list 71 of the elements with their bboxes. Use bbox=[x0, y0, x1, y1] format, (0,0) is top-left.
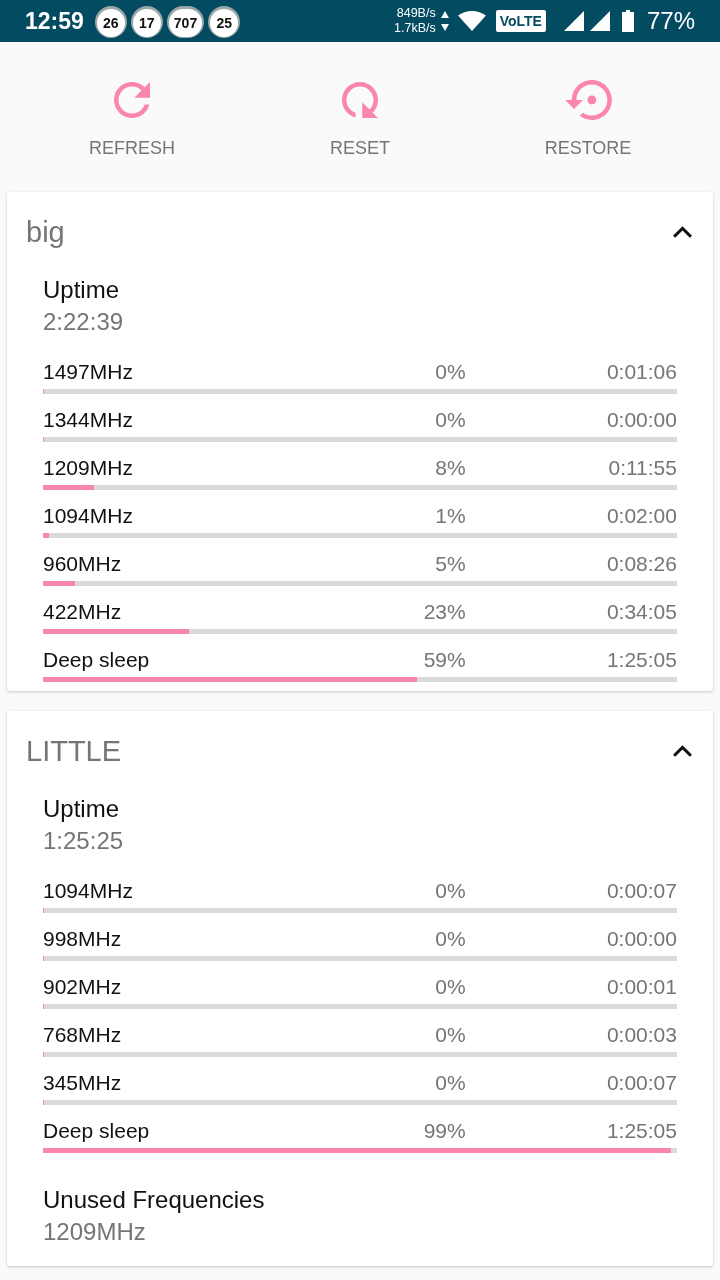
restore-icon bbox=[564, 80, 612, 120]
unused-frequencies-value: 1209MHz bbox=[43, 1217, 146, 1247]
percent-value: 8% bbox=[435, 455, 466, 481]
wifi-icon bbox=[457, 11, 486, 31]
download-speed: 1.7kB/s bbox=[394, 21, 436, 36]
uptime-value: 2:22:39 bbox=[43, 307, 124, 337]
duration-value: 0:11:55 bbox=[608, 455, 677, 481]
duration-value: 0:02:00 bbox=[606, 503, 677, 529]
refresh-icon bbox=[114, 82, 150, 118]
duration-value: 0:00:01 bbox=[606, 974, 677, 1000]
percent-value: 0% bbox=[435, 407, 466, 433]
restore-button[interactable]: RESTORE bbox=[544, 78, 632, 160]
frequency-label: 998MHz bbox=[43, 926, 122, 952]
frequency-label: 1344MHz bbox=[43, 407, 133, 433]
percent-value: 1% bbox=[435, 503, 466, 529]
chevron-icon bbox=[673, 745, 692, 757]
percent-value: 23% bbox=[423, 599, 466, 625]
percent-value: 99% bbox=[423, 1118, 466, 1144]
frequency-label: 345MHz bbox=[43, 1070, 122, 1096]
collapse-button[interactable] bbox=[673, 226, 692, 238]
card-title: LITTLE bbox=[26, 734, 122, 769]
notification-badge: 25 bbox=[210, 9, 239, 37]
uptime-label: Uptime bbox=[43, 275, 120, 305]
percent-value: 0% bbox=[435, 974, 466, 1000]
duration-value: 0:00:00 bbox=[606, 407, 677, 433]
duration-value: 1:25:05 bbox=[606, 647, 677, 673]
duration-value: 0:00:07 bbox=[606, 878, 677, 904]
frequency-label: 902MHz bbox=[43, 974, 122, 1000]
duration-value: 0:01:06 bbox=[606, 359, 677, 385]
duration-value: 1:25:05 bbox=[606, 1118, 677, 1144]
percent-value: 0% bbox=[435, 359, 466, 385]
frequency-label: 1209MHz bbox=[43, 455, 133, 481]
duration-value: 0:00:03 bbox=[606, 1022, 677, 1048]
frequency-label: Deep sleep bbox=[43, 647, 150, 673]
frequency-label: 422MHz bbox=[43, 599, 122, 625]
percent-value: 0% bbox=[435, 1070, 466, 1096]
notification-badge: 26 bbox=[96, 9, 125, 37]
percent-value: 5% bbox=[435, 551, 466, 577]
signal-icon bbox=[589, 11, 610, 31]
chevron-icon bbox=[673, 226, 692, 238]
frequency-label: 1497MHz bbox=[43, 359, 133, 385]
up-down-arrows-icon bbox=[440, 11, 449, 31]
duration-value: 0:34:05 bbox=[606, 599, 677, 625]
duration-value: 0:00:07 bbox=[606, 1070, 677, 1096]
percent-value: 0% bbox=[435, 1022, 466, 1048]
uptime-label: Uptime bbox=[43, 794, 120, 824]
frequency-label: Deep sleep bbox=[43, 1118, 150, 1144]
frequency-label: 1094MHz bbox=[43, 878, 133, 904]
frequency-label: 768MHz bbox=[43, 1022, 122, 1048]
percent-value: 59% bbox=[423, 647, 466, 673]
notification-badge: 17 bbox=[132, 9, 161, 37]
refresh-button[interactable]: REFRESH bbox=[89, 78, 175, 160]
clock-time: 12:59 bbox=[25, 7, 84, 35]
unused-frequencies-label: Unused Frequencies bbox=[43, 1185, 265, 1215]
frequency-label: 960MHz bbox=[43, 551, 122, 577]
duration-value: 0:00:00 bbox=[606, 926, 677, 952]
percent-value: 0% bbox=[435, 926, 466, 952]
frequency-label: 1094MHz bbox=[43, 503, 133, 529]
volte-badge: VoLTE bbox=[495, 10, 546, 32]
reset-icon bbox=[342, 82, 378, 118]
reset-button[interactable]: RESET bbox=[330, 78, 390, 160]
signal-icon bbox=[563, 11, 584, 31]
battery-icon bbox=[621, 10, 634, 32]
upload-speed: 849B/s bbox=[396, 6, 436, 21]
duration-value: 0:08:26 bbox=[606, 551, 677, 577]
battery-percent: 77% bbox=[646, 7, 695, 35]
uptime-value: 1:25:25 bbox=[43, 826, 124, 856]
collapse-button[interactable] bbox=[673, 745, 692, 757]
card-title: big bbox=[26, 215, 65, 250]
notification-badge: 707 bbox=[168, 9, 203, 37]
percent-value: 0% bbox=[435, 878, 466, 904]
